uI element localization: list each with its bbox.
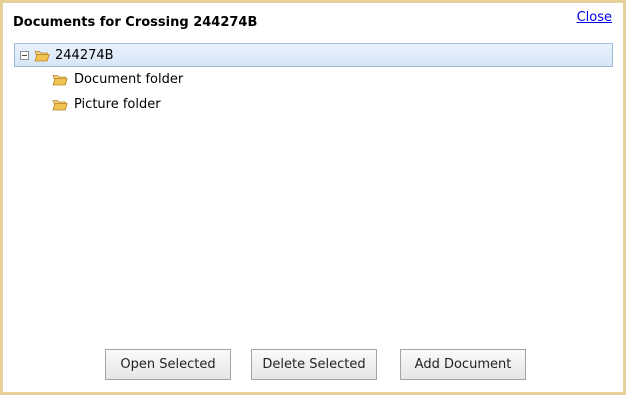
folder-open-icon (52, 75, 68, 86)
delete-selected-button[interactable]: Delete Selected (251, 349, 377, 380)
tree-node-label: Document folder (74, 72, 184, 87)
tree-root-node[interactable]: 244274B (14, 43, 613, 67)
tree-root-label: 244274B (55, 48, 114, 63)
tree-node-label: Picture folder (74, 97, 161, 112)
documents-dialog: Documents for Crossing 244274B Close 244… (0, 0, 626, 395)
collapse-icon[interactable] (20, 51, 29, 60)
tree-node-document-folder[interactable]: Document folder (14, 67, 613, 92)
open-selected-button[interactable]: Open Selected (105, 349, 231, 380)
tree-node-picture-folder[interactable]: Picture folder (14, 92, 613, 117)
folder-open-icon (34, 51, 50, 62)
action-bar: Open Selected Delete Selected Add Docume… (3, 349, 626, 381)
close-link[interactable]: Close (577, 10, 612, 25)
folder-tree: 244274B Document folder Picture folder (14, 43, 613, 323)
folder-open-icon (52, 100, 68, 111)
dialog-title: Documents for Crossing 244274B (13, 15, 258, 30)
add-document-button[interactable]: Add Document (400, 349, 526, 380)
